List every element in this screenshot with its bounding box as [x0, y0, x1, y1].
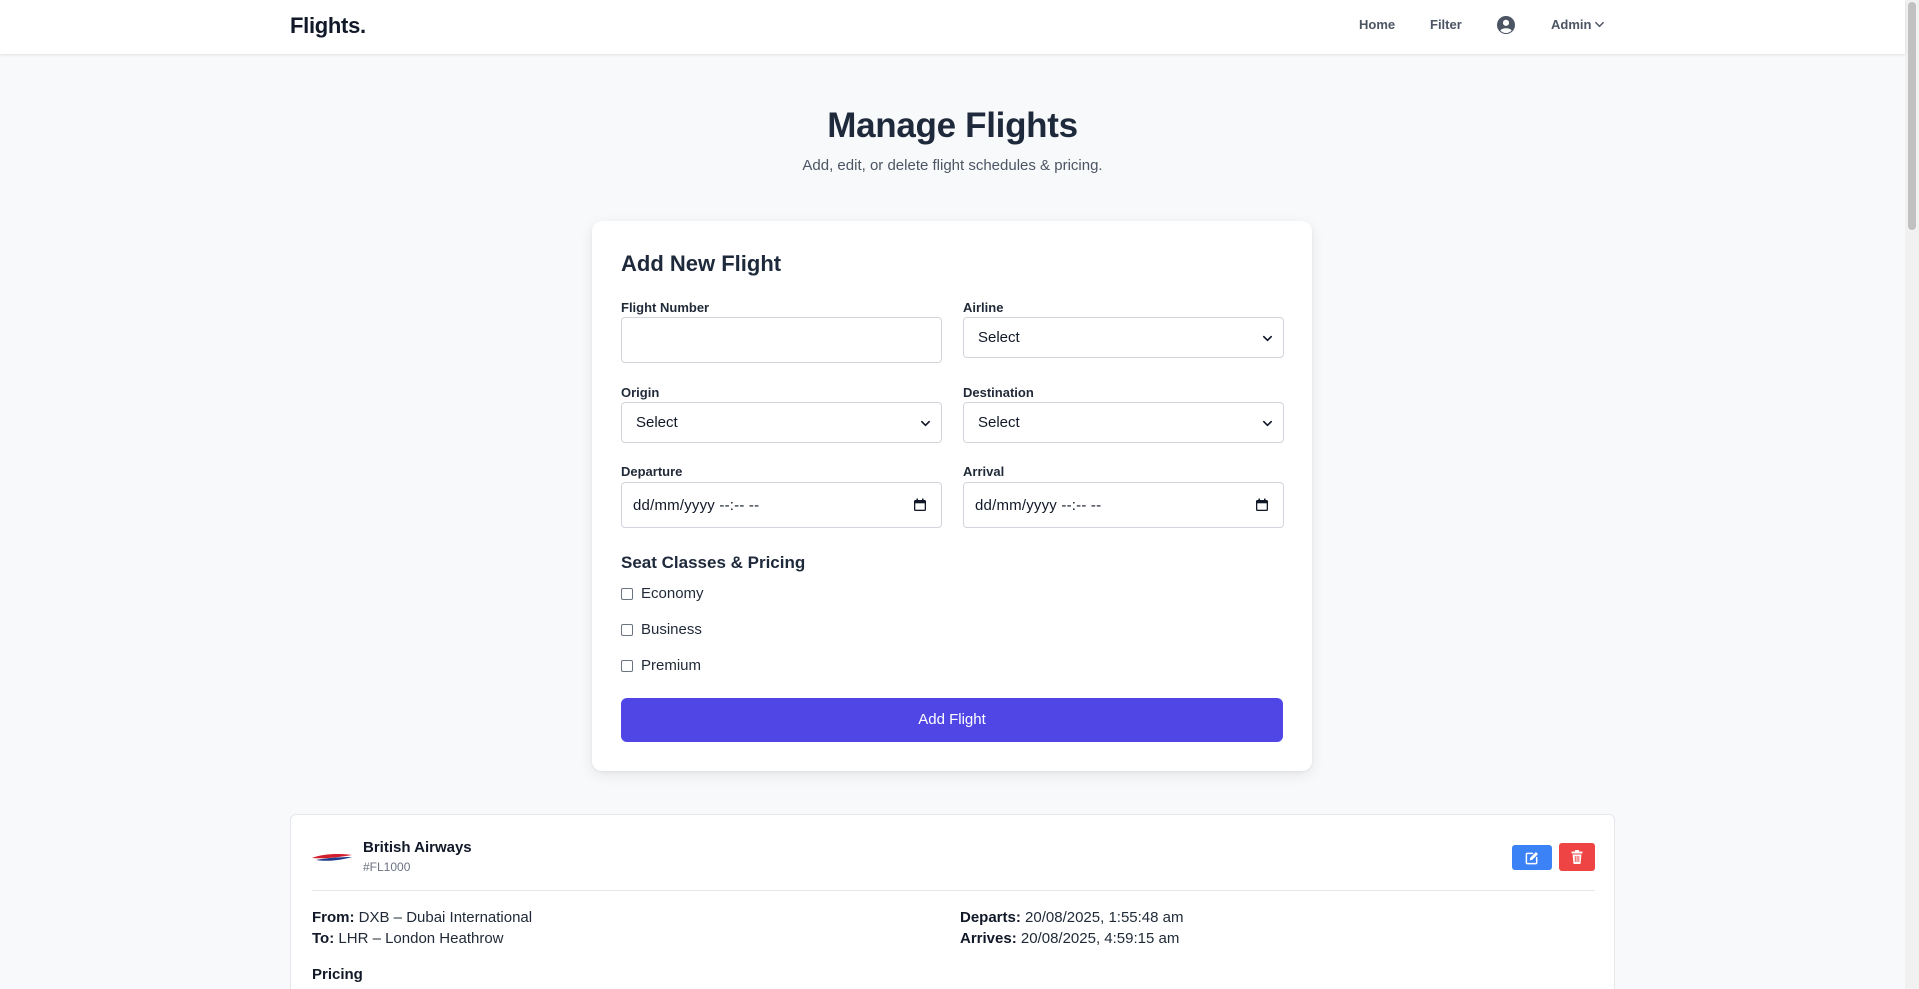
to-label: To: — [312, 930, 335, 947]
arrives-value: 20/08/2025, 4:59:15 am — [1020, 930, 1180, 947]
airline-name: British Airways — [363, 839, 472, 856]
departs-value: 20/08/2025, 1:55:48 am — [1025, 909, 1184, 926]
calendar-icon[interactable] — [1255, 498, 1269, 512]
pricing-title: Pricing — [312, 966, 363, 983]
origin-select-value: Select — [636, 414, 678, 431]
scrollbar-thumb[interactable] — [1908, 2, 1916, 230]
from-value: DXB – Dubai International — [358, 909, 533, 926]
to-value: LHR – London Heathrow — [338, 930, 504, 947]
edit-icon — [1525, 851, 1538, 864]
premium-checkbox[interactable] — [621, 659, 633, 672]
departure-datetime-input[interactable]: dd/mm/yyyy --:-- -- — [621, 482, 942, 528]
flight-card: British Airways #FL1000 From: DXB – Duba… — [290, 814, 1615, 989]
page-title: Manage Flights — [827, 106, 1078, 145]
calendar-icon[interactable] — [913, 498, 927, 512]
premium-label: Premium — [641, 657, 702, 674]
economy-label: Economy — [641, 585, 704, 602]
page-subtitle: Add, edit, or delete flight schedules & … — [802, 157, 1103, 174]
seat-class-business[interactable]: Business — [621, 621, 702, 638]
business-checkbox[interactable] — [621, 623, 633, 636]
seat-classes-title: Seat Classes & Pricing — [621, 553, 806, 572]
airline-select-value: Select — [978, 329, 1020, 346]
departure-label: Departure — [621, 464, 683, 479]
chevron-down-icon — [1263, 420, 1272, 427]
seat-class-premium[interactable]: Premium — [621, 657, 701, 674]
user-circle-icon[interactable] — [1497, 16, 1515, 34]
from-label: From: — [312, 909, 355, 926]
origin-select[interactable]: Select — [621, 402, 942, 443]
origin-label: Origin — [621, 385, 660, 400]
destination-select[interactable]: Select — [963, 402, 1284, 443]
edit-flight-button[interactable] — [1512, 845, 1552, 870]
add-flight-form: Add New Flight Flight Number Airline Sel… — [592, 221, 1312, 771]
card-divider — [312, 890, 1595, 891]
chevron-down-icon — [921, 420, 930, 427]
flight-number-input[interactable] — [621, 317, 942, 363]
arrival-label: Arrival — [963, 464, 1005, 479]
business-label: Business — [641, 621, 702, 638]
departs-label: Departs: — [960, 909, 1021, 926]
arrives-label: Arrives: — [960, 930, 1017, 947]
admin-menu[interactable]: Admin — [1551, 17, 1605, 32]
flight-arrives: Arrives: 20/08/2025, 4:59:15 am — [960, 930, 1179, 947]
nav-home-link[interactable]: Home — [1359, 17, 1395, 32]
nav-filter-link[interactable]: Filter — [1430, 17, 1462, 32]
flight-destination: To: LHR – London Heathrow — [312, 930, 504, 947]
flight-origin: From: DXB – Dubai International — [312, 909, 532, 926]
top-navbar: Flights. Home Filter Admin — [0, 0, 1905, 54]
airline-label: Airline — [963, 300, 1004, 315]
economy-checkbox[interactable] — [621, 587, 633, 600]
flight-number-label: Flight Number — [621, 300, 710, 315]
arrival-datetime-value: dd/mm/yyyy --:-- -- — [975, 497, 1102, 514]
admin-menu-label: Admin — [1551, 17, 1592, 32]
chevron-down-icon — [1595, 21, 1605, 28]
delete-flight-button[interactable] — [1559, 843, 1595, 871]
trash-icon — [1571, 850, 1583, 864]
flight-number: #FL1000 — [363, 860, 411, 874]
destination-select-value: Select — [978, 414, 1020, 431]
add-flight-button[interactable]: Add Flight — [621, 698, 1283, 742]
airline-select[interactable]: Select — [963, 317, 1284, 358]
brand-logo[interactable]: Flights. — [290, 13, 366, 39]
form-title: Add New Flight — [621, 251, 782, 276]
destination-label: Destination — [963, 385, 1034, 400]
flight-departs: Departs: 20/08/2025, 1:55:48 am — [960, 909, 1184, 926]
arrival-datetime-input[interactable]: dd/mm/yyyy --:-- -- — [963, 482, 1284, 528]
departure-datetime-value: dd/mm/yyyy --:-- -- — [633, 497, 760, 514]
chevron-down-icon — [1263, 335, 1272, 342]
british-airways-logo — [312, 854, 352, 861]
seat-class-economy[interactable]: Economy — [621, 585, 704, 602]
page-scrollbar[interactable] — [1905, 0, 1919, 989]
